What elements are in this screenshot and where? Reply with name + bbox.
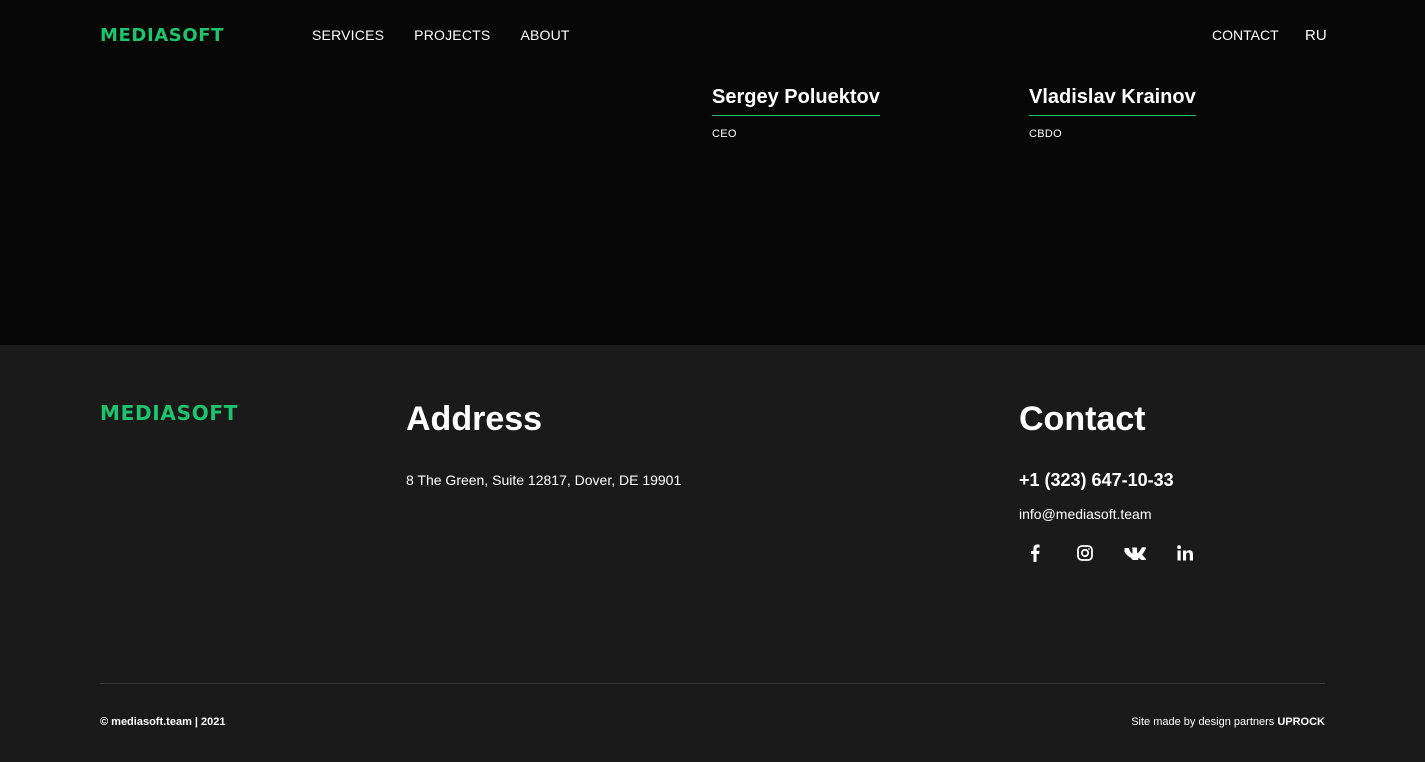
team-member-role: CEO (712, 128, 737, 140)
address-heading: Address (406, 400, 543, 438)
linkedin-icon[interactable] (1169, 540, 1201, 566)
site-header: MEDIASOFT SERVICES PROJECTS ABOUT CONTAC… (0, 0, 1425, 70)
design-credits: Site made by design partners UPROCK (1131, 716, 1325, 728)
team-member: Sergey Poluektov CEO (712, 86, 880, 140)
team-member: Vladislav Krainov CBDO (1029, 86, 1196, 140)
footer-divider (100, 683, 1325, 684)
credits-text: Site made by design partners (1131, 716, 1278, 728)
facebook-icon[interactable] (1019, 540, 1051, 566)
site-footer: MEDIASOFT Address 8 The Green, Suite 128… (0, 345, 1425, 762)
main-nav: SERVICES PROJECTS ABOUT (312, 27, 570, 43)
address-text: 8 The Green, Suite 12817, Dover, DE 1990… (406, 472, 682, 488)
header-logo[interactable]: MEDIASOFT (100, 25, 224, 46)
nav-services[interactable]: SERVICES (312, 27, 384, 43)
nav-projects[interactable]: PROJECTS (414, 27, 490, 43)
team-member-role: CBDO (1029, 128, 1062, 140)
copyright-text: © mediasoft.team | 2021 (100, 716, 226, 728)
social-links (1019, 540, 1201, 566)
nav-about[interactable]: ABOUT (520, 27, 569, 43)
partner-link[interactable]: UPROCK (1277, 716, 1325, 728)
nav-contact[interactable]: CONTACT (1212, 27, 1279, 43)
instagram-icon[interactable] (1069, 540, 1101, 566)
contact-heading: Contact (1019, 400, 1146, 438)
footer-logo[interactable]: MEDIASOFT (100, 401, 238, 425)
language-switch[interactable]: RU (1305, 27, 1327, 44)
page: MEDIASOFT SERVICES PROJECTS ABOUT CONTAC… (0, 0, 1425, 762)
email-link[interactable]: info@mediasoft.team (1019, 506, 1152, 522)
vk-icon[interactable] (1119, 540, 1151, 566)
team-member-name: Vladislav Krainov (1029, 86, 1196, 116)
team-member-name: Sergey Poluektov (712, 86, 880, 116)
phone-link[interactable]: +1 (323) 647-10-33 (1019, 470, 1174, 491)
